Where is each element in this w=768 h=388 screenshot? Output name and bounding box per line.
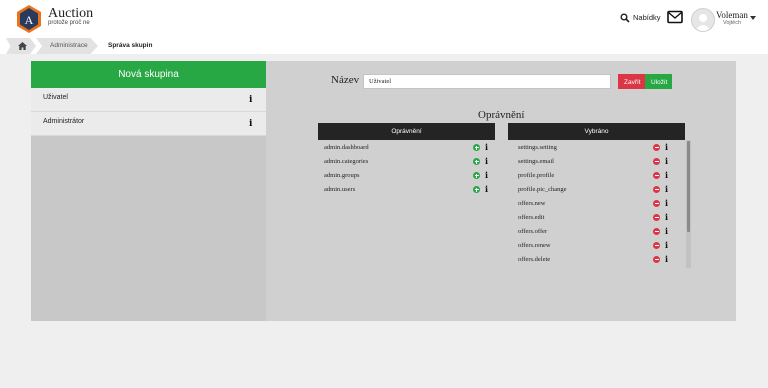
- permission-name: offers.new: [518, 200, 546, 207]
- caret-down-icon[interactable]: [750, 16, 756, 20]
- breadcrumb-home[interactable]: [6, 38, 36, 54]
- available-permissions-header: Oprávnění: [318, 123, 495, 140]
- avatar[interactable]: [691, 8, 715, 32]
- selected-permission-row: offers.offer i: [512, 225, 672, 239]
- info-icon[interactable]: i: [665, 227, 668, 236]
- groups-panel: Nová skupina Uživatel i Administrátor i: [31, 61, 266, 321]
- info-icon[interactable]: i: [485, 157, 488, 166]
- user-subtitle: Vojtěch: [723, 20, 742, 26]
- brand-tagline: protože proč ne: [48, 20, 90, 26]
- permission-name: settings.setting: [518, 144, 557, 151]
- user-silhouette-icon: [695, 14, 711, 31]
- save-button[interactable]: Uložit: [645, 74, 672, 89]
- minus-circle-icon[interactable]: [653, 186, 660, 193]
- permission-name: admin.groups: [324, 172, 360, 179]
- breadcrumb-item-label: Administrace: [50, 42, 88, 49]
- selected-permission-row: offers.edit i: [512, 211, 672, 225]
- minus-circle-icon[interactable]: [653, 228, 660, 235]
- minus-circle-icon[interactable]: [653, 214, 660, 221]
- permission-name: offers.delete: [518, 256, 551, 263]
- info-icon[interactable]: i: [485, 185, 488, 194]
- plus-circle-icon[interactable]: [473, 158, 480, 165]
- group-item-uzivatel[interactable]: Uživatel i: [31, 88, 266, 112]
- selected-permission-row: settings.email i: [512, 155, 672, 169]
- selected-permission-row: settings.setting i: [512, 141, 672, 155]
- available-permission-row: admin.users i: [318, 183, 495, 197]
- info-icon[interactable]: i: [249, 120, 252, 129]
- selected-permission-row: offers.new i: [512, 197, 672, 211]
- selected-permissions-header: Vybráno: [508, 123, 685, 140]
- info-icon[interactable]: i: [485, 143, 488, 152]
- offers-link[interactable]: Nabídky: [633, 13, 661, 22]
- brand-name[interactable]: Auction: [48, 7, 93, 21]
- info-icon[interactable]: i: [665, 213, 668, 222]
- user-name[interactable]: Voleman: [716, 10, 748, 20]
- info-icon[interactable]: i: [665, 143, 668, 152]
- search-icon[interactable]: [620, 13, 630, 23]
- plus-circle-icon[interactable]: [473, 172, 480, 179]
- permission-name: settings.email: [518, 158, 554, 165]
- available-permission-row: admin.groups i: [318, 169, 495, 183]
- permission-name: profile.pic_change: [518, 186, 567, 193]
- permission-name: admin.users: [324, 186, 356, 193]
- selected-permission-row: offers.delete i: [512, 253, 672, 267]
- available-permission-row: admin.categories i: [318, 155, 495, 169]
- permission-name: offers.edit: [518, 214, 545, 221]
- minus-circle-icon[interactable]: [653, 158, 660, 165]
- breadcrumb-item-administrace[interactable]: Administrace: [36, 38, 98, 54]
- permission-name: admin.dashboard: [324, 144, 369, 151]
- breadcrumb-current: Správa skupin: [108, 42, 153, 49]
- home-icon: [18, 42, 27, 50]
- envelope-icon[interactable]: [667, 10, 683, 24]
- selected-permission-row: profile.profile i: [512, 169, 672, 183]
- scrollbar-thumb[interactable]: [687, 141, 690, 232]
- info-icon[interactable]: i: [665, 171, 668, 180]
- minus-circle-icon[interactable]: [653, 200, 660, 207]
- plus-circle-icon[interactable]: [473, 144, 480, 151]
- permission-name: offers.renew: [518, 242, 551, 249]
- close-button[interactable]: Zavřít: [618, 74, 645, 89]
- info-icon[interactable]: i: [665, 241, 668, 250]
- permission-name: profile.profile: [518, 172, 555, 179]
- logo-letter: A: [25, 13, 34, 27]
- selected-permission-row: profile.pic_change i: [512, 183, 672, 197]
- permission-name: offers.offer: [518, 228, 548, 235]
- info-icon[interactable]: i: [485, 171, 488, 180]
- info-icon[interactable]: i: [249, 96, 252, 105]
- plus-circle-icon[interactable]: [473, 186, 480, 193]
- name-input[interactable]: [363, 74, 611, 89]
- selected-permission-row: offers.renew i: [512, 239, 672, 253]
- permissions-title: Oprávnění: [478, 109, 525, 121]
- available-permission-row: admin.dashboard i: [318, 141, 495, 155]
- minus-circle-icon[interactable]: [653, 172, 660, 179]
- info-icon[interactable]: i: [665, 185, 668, 194]
- name-label: Název: [331, 74, 360, 86]
- logo-icon[interactable]: A: [16, 4, 42, 34]
- group-item-administrator[interactable]: Administrátor i: [31, 112, 266, 136]
- new-group-button[interactable]: Nová skupina: [31, 61, 266, 88]
- minus-circle-icon[interactable]: [653, 256, 660, 263]
- info-icon[interactable]: i: [665, 199, 668, 208]
- minus-circle-icon[interactable]: [653, 144, 660, 151]
- group-item-label: Administrátor: [43, 118, 85, 125]
- group-item-label: Uživatel: [43, 94, 68, 101]
- info-icon[interactable]: i: [665, 157, 668, 166]
- info-icon[interactable]: i: [665, 255, 668, 264]
- minus-circle-icon[interactable]: [653, 242, 660, 249]
- permission-name: admin.categories: [324, 158, 369, 165]
